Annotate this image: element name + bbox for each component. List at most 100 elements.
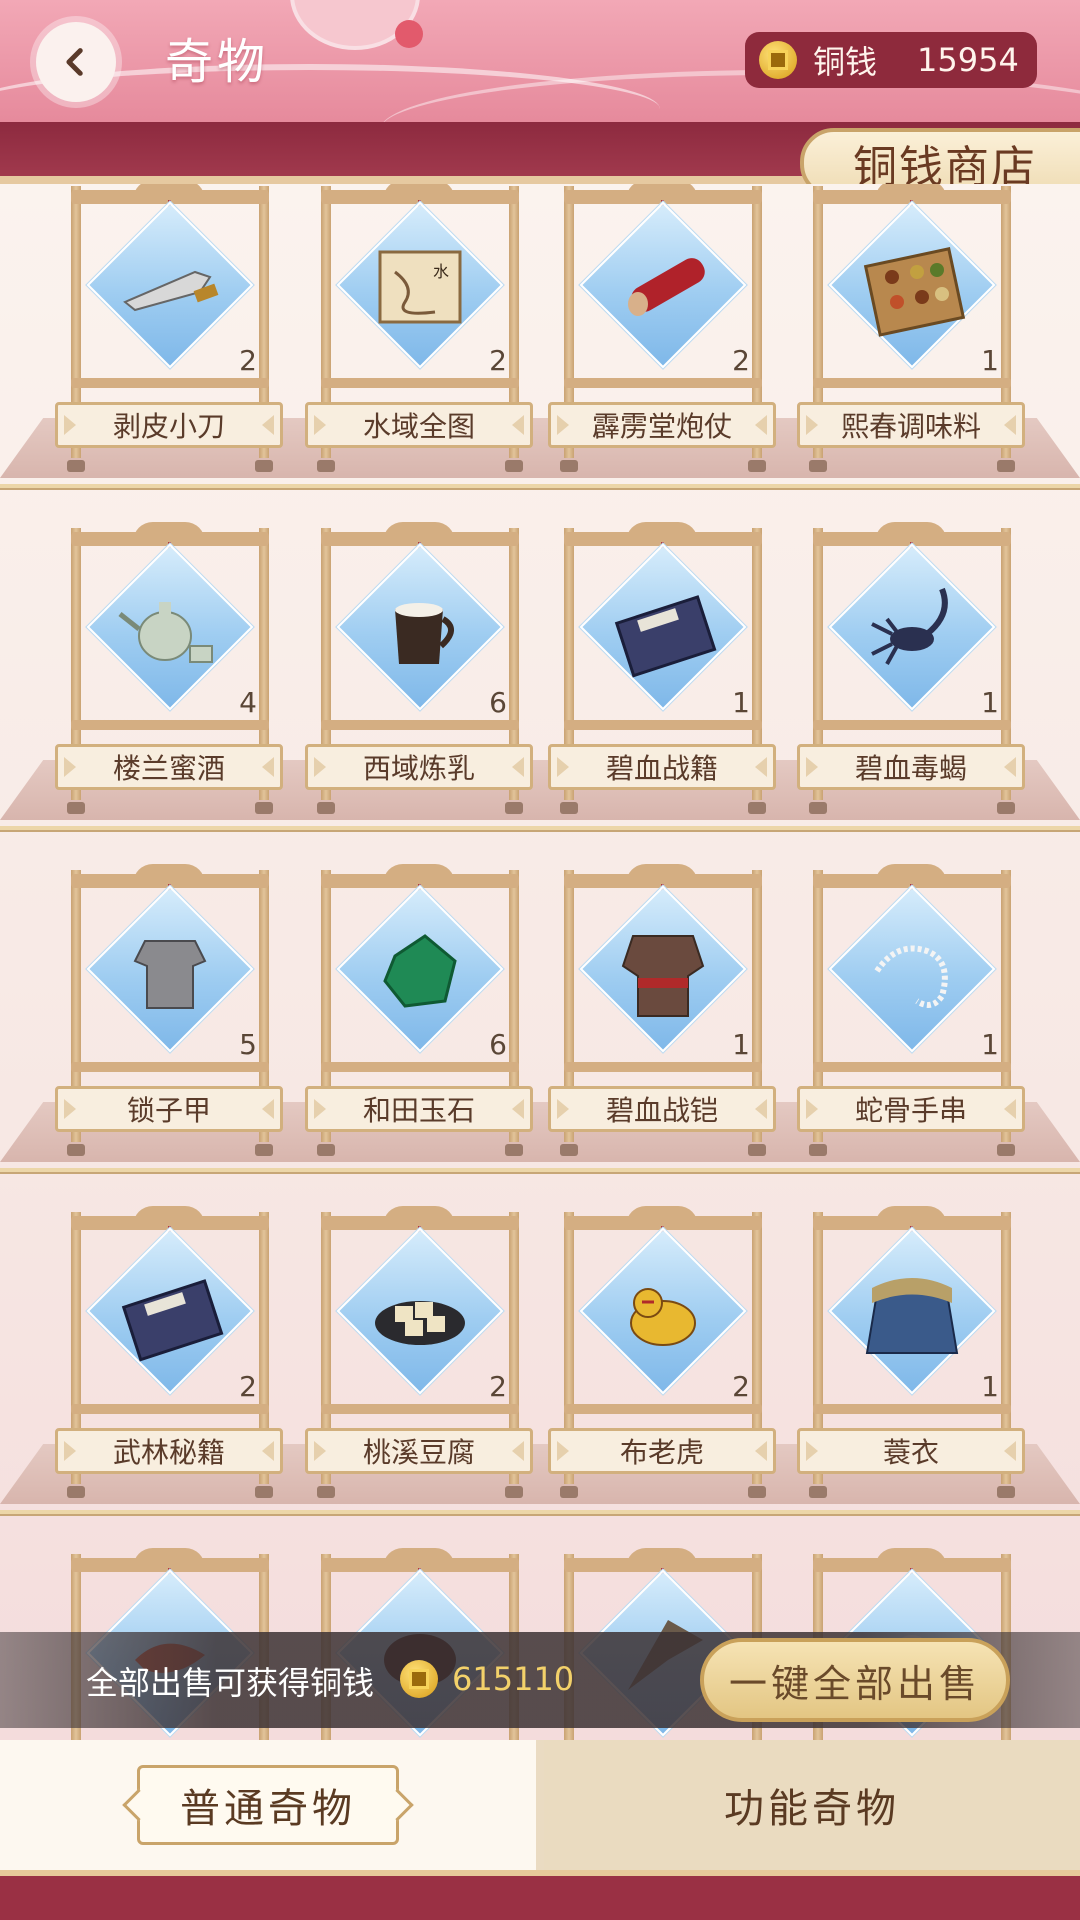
item-count: 2 [239,344,257,377]
frame-bottom [564,378,762,388]
frame-foot [67,1486,85,1498]
frame-foot [809,802,827,814]
item-slot[interactable]: 1 碧血战铠 [548,864,776,1166]
frame-foot [560,460,578,472]
frame-foot [997,1144,1015,1156]
frame-foot [255,460,273,472]
frame-bottom [71,378,269,388]
item-slot[interactable]: 2 霹雳堂炮仗 [548,184,776,482]
frame-foot [317,460,335,472]
item-slot[interactable]: 2 剥皮小刀 [55,184,283,482]
item-name: 武林秘籍 [55,1428,283,1474]
item-name: 西域炼乳 [305,744,533,790]
item-slot[interactable]: 水 2 水域全图 [305,184,533,482]
frame-bottom [564,1404,762,1414]
book-icon [588,564,738,694]
item-slot[interactable]: 2 布老虎 [548,1206,776,1508]
frame-foot [748,460,766,472]
svg-text:水: 水 [433,262,449,281]
shelf-edge [0,484,1080,490]
shelf-row: 5 锁子甲 6 和田玉石 1 碧血战铠 1 蛇骨手串 [0,852,1080,1194]
item-slot[interactable]: 1 熙春调味料 [797,184,1025,482]
frame-foot [255,1486,273,1498]
frame-foot [560,802,578,814]
item-slot[interactable]: 4 楼兰蜜酒 [55,522,283,824]
frame-cap [875,1206,947,1228]
frame-cap [133,1548,205,1570]
item-slot[interactable]: 1 蓑衣 [797,1206,1025,1508]
item-name: 楼兰蜜酒 [55,744,283,790]
frame-bottom [813,378,1011,388]
teapot-icon [95,564,245,694]
frame-foot [560,1486,578,1498]
sell-all-bar: 全部出售可获得铜钱 615110 一键全部出售 [0,1632,1080,1728]
item-slot[interactable]: 1 碧血战籍 [548,522,776,824]
item-slot[interactable]: 1 蛇骨手串 [797,864,1025,1166]
frame-bottom [321,378,519,388]
frame-cap [875,1548,947,1570]
sell-all-label: 全部出售可获得铜钱 [86,1664,375,1702]
item-slot[interactable]: 2 武林秘籍 [55,1206,283,1508]
item-slot[interactable]: 1 碧血毒蝎 [797,522,1025,824]
frame-foot [505,802,523,814]
frame-foot [748,1486,766,1498]
item-count: 1 [981,686,999,719]
frame-bottom [321,720,519,730]
item-slot[interactable]: 6 西域炼乳 [305,522,533,824]
milk-jug-icon [345,564,495,694]
frame-foot [997,802,1015,814]
frame-bottom [71,1404,269,1414]
tab-active-frame: 普通奇物 [137,1765,399,1845]
coin-icon [400,1660,438,1698]
armor-icon [588,906,738,1036]
item-count: 5 [239,1028,257,1061]
item-count: 6 [489,686,507,719]
bone-bracelet-icon [837,906,987,1036]
item-slot[interactable]: 5 锁子甲 [55,864,283,1166]
frame-cap [383,1206,455,1228]
frame-foot [67,1144,85,1156]
frame-cap [133,864,205,886]
frame-foot [317,802,335,814]
frame-cap [626,522,698,544]
frame-foot [560,1144,578,1156]
item-count: 6 [489,1028,507,1061]
item-name: 霹雳堂炮仗 [548,402,776,448]
sell-all-value: 615110 [452,1660,575,1698]
item-name: 剥皮小刀 [55,402,283,448]
item-name: 蓑衣 [797,1428,1025,1474]
coin-icon [759,41,797,79]
item-shelves[interactable]: 2 剥皮小刀 水 2 水域全图 2 霹雳堂炮仗 1 熙春调味料 4 楼兰蜜酒 6 西域炼乳 1 碧血战籍 1 碧… [0,184,1080,1744]
scroll-map-icon: 水 [345,222,495,352]
firecracker-icon [588,222,738,352]
tab-common-items[interactable]: 普通奇物 [0,1740,536,1870]
frame-foot [748,802,766,814]
item-slot[interactable]: 2 桃溪豆腐 [305,1206,533,1508]
tab-function-items[interactable]: 功能奇物 [544,1740,1080,1870]
item-count: 1 [981,344,999,377]
knife-icon [95,222,245,352]
chainmail-icon [95,906,245,1036]
frame-foot [809,460,827,472]
frame-foot [67,460,85,472]
tab-label: 普通奇物 [180,1786,356,1832]
item-name: 碧血战籍 [548,744,776,790]
shelf-edge [0,826,1080,832]
frame-cap [875,522,947,544]
item-count: 4 [239,686,257,719]
frame-cap [133,1206,205,1228]
shelf-row: 4 楼兰蜜酒 6 西域炼乳 1 碧血战籍 1 碧血毒蝎 [0,510,1080,852]
back-button[interactable] [36,22,116,102]
currency-value: 15954 [917,41,1019,79]
frame-cap [383,1548,455,1570]
item-name: 碧血战铠 [548,1086,776,1132]
straw-cape-icon [837,1248,987,1378]
sell-all-button[interactable]: 一键全部出售 [700,1638,1010,1722]
frame-cap [626,1206,698,1228]
frame-foot [997,1486,1015,1498]
item-slot[interactable]: 6 和田玉石 [305,864,533,1166]
frame-cap [383,864,455,886]
footer-bar [0,1870,1080,1920]
item-count: 1 [981,1028,999,1061]
frame-bottom [321,1062,519,1072]
